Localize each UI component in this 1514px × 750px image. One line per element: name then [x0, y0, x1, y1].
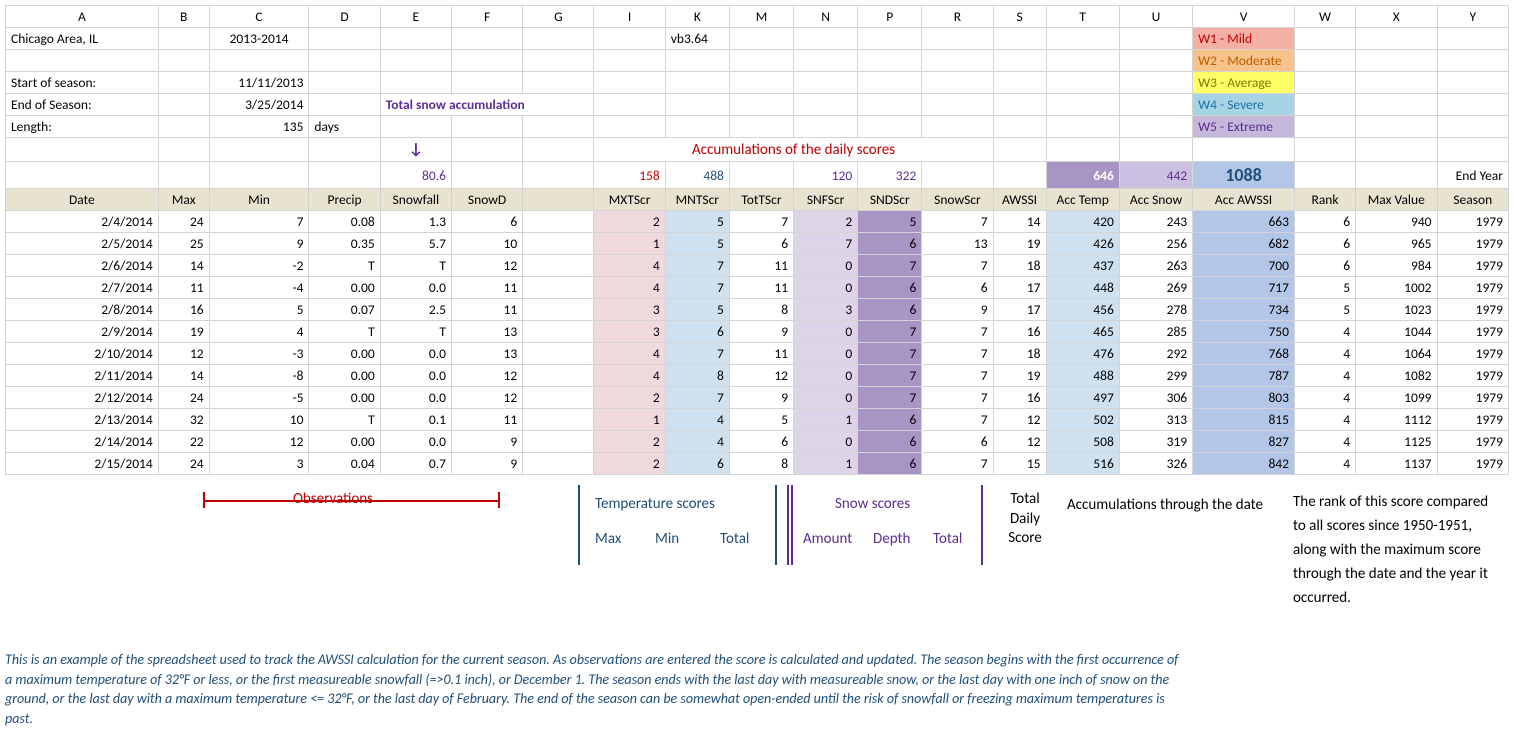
legend-w4: W4 - Severe	[1193, 94, 1295, 116]
total-snowfall[interactable]: 80.6	[380, 162, 451, 189]
footnote-text: This is an example of the spreadsheet us…	[5, 650, 1185, 728]
header-row[interactable]: DateMaxMinPrecipSnowfallSnowDMXTScrMNTSc…	[6, 189, 1509, 211]
annotation-observations: Observations	[293, 490, 373, 508]
legend-w3: W3 - Average	[1193, 72, 1295, 94]
table-row[interactable]: 2/7/201411-40.000.0114711066174482697175…	[6, 277, 1509, 299]
legend-w5: W5 - Extreme	[1193, 116, 1295, 138]
location-cell[interactable]: Chicago Area, IL	[6, 28, 159, 50]
totals-row[interactable]: 80.6 158488 120322 646442 1088End Year	[6, 162, 1509, 189]
table-row[interactable]: 2/12/201424-50.000.012279077164973068034…	[6, 387, 1509, 409]
table-row[interactable]: 2/6/201414-2TT12471107718437263700698419…	[6, 255, 1509, 277]
annotation-rank: The rank of this score compared to all s…	[1293, 490, 1503, 610]
total-awssi[interactable]: 1088	[1193, 162, 1295, 189]
table-row[interactable]: 2/8/20141650.072.51135836917456278734510…	[6, 299, 1509, 321]
legend-w1: W1 - Mild	[1193, 28, 1295, 50]
table-row[interactable]: 2/10/201412-30.000.013471107718476292768…	[6, 343, 1509, 365]
table-row[interactable]: 2/11/201414-80.000.012481207719488299787…	[6, 365, 1509, 387]
table-row[interactable]: 2/13/20143210T0.111145167125023138154111…	[6, 409, 1509, 431]
table-row[interactable]: 2/9/2014194TT133690771646528575041044197…	[6, 321, 1509, 343]
legend-w2: W2 - Moderate	[1193, 50, 1295, 72]
annotation-total-snow: Total snow accumulation	[380, 94, 594, 116]
annotation-accum-daily: Accumulations of the daily scores	[594, 138, 993, 162]
table-row[interactable]: 2/14/201422120.000.092460661250831982741…	[6, 431, 1509, 453]
spreadsheet-table[interactable]: ABCDEFGIKMNPRSTUVWXY Chicago Area, IL201…	[5, 5, 1509, 475]
table-row[interactable]: 2/15/20142430.040.7926816715516326842411…	[6, 453, 1509, 475]
meta-row-location[interactable]: Chicago Area, IL2013-2014vb3.64W1 - Mild	[6, 28, 1509, 50]
column-letter-row[interactable]: ABCDEFGIKMNPRSTUVWXY	[6, 6, 1509, 28]
table-row[interactable]: 2/5/20142590.355.71015676131942625668269…	[6, 233, 1509, 255]
table-row[interactable]: 2/4/20142470.081.36257257144202436636940…	[6, 211, 1509, 233]
